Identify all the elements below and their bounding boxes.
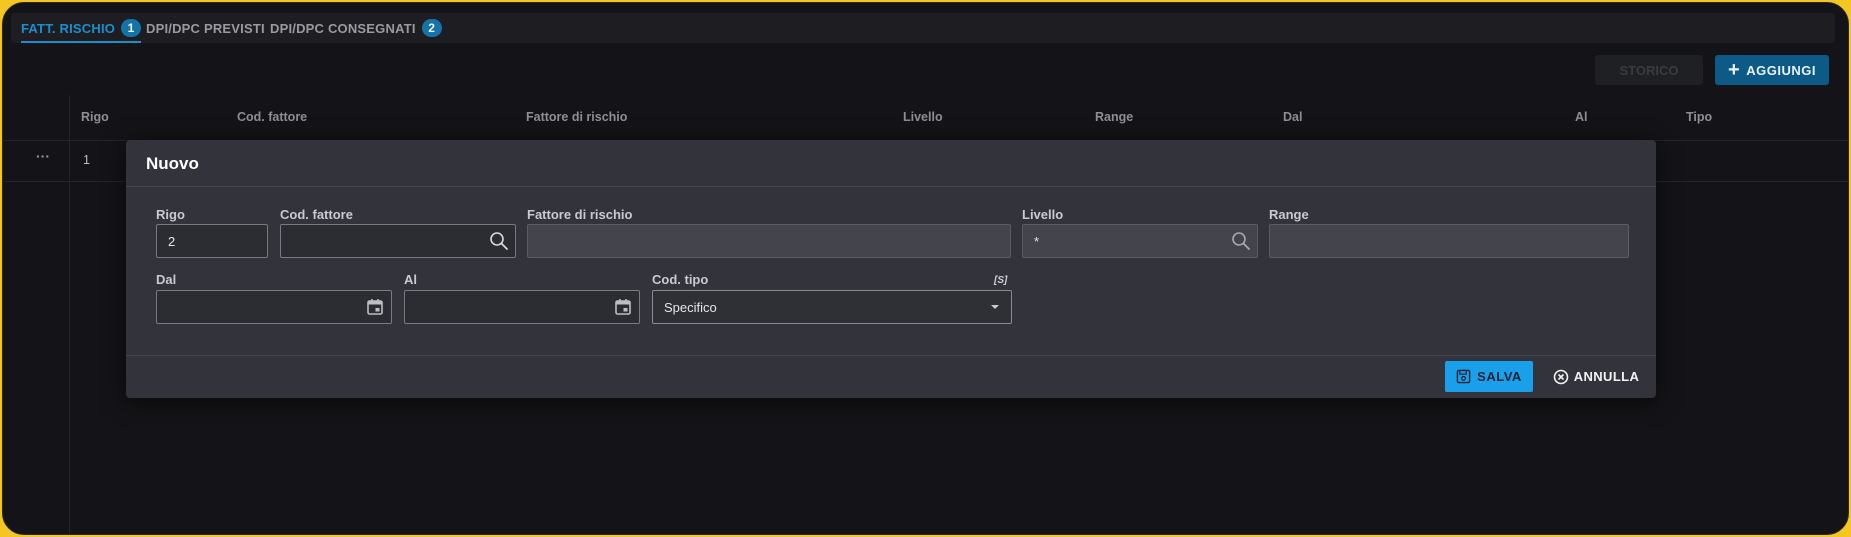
app-frame: FATT. RISCHIO 1 DPI/DPC PREVISTI DPI/DPC… [2,2,1849,535]
tab-dpi-consegnati[interactable]: DPI/DPC CONSEGNATI 2 [270,13,442,43]
search-icon[interactable] [489,231,509,251]
fattore-rischio-field [527,224,1011,258]
livello-value: * [1034,234,1040,249]
livello-label: Livello [1022,207,1064,222]
storico-button: STORICO [1595,55,1703,85]
tab-badge: 1 [121,19,142,37]
al-label: Al [404,272,417,287]
save-icon [1456,369,1471,384]
range-field [1269,224,1629,258]
save-button-label: SALVA [1477,369,1522,384]
al-date-input[interactable] [404,290,640,324]
caret-down-icon[interactable] [985,297,1005,317]
tab-badge: 2 [421,19,442,37]
dal-date-input[interactable] [156,290,392,324]
column-header-rigo[interactable]: Rigo [81,110,109,124]
storico-label: STORICO [1619,62,1679,78]
column-header-livello[interactable]: Livello [903,110,943,124]
fattore-rischio-label: Fattore di rischio [527,207,633,222]
column-header-range[interactable]: Range [1095,110,1133,124]
column-header-dal[interactable]: Dal [1283,110,1302,124]
cancel-circle-icon [1553,369,1568,384]
column-header-fattore-rischio[interactable]: Fattore di rischio [526,110,627,124]
tab-label: DPI/DPC PREVISTI [146,20,265,36]
tab-dpi-previsti[interactable]: DPI/DPC PREVISTI [146,13,265,43]
cod-tipo-select[interactable]: Specifico [652,290,1012,324]
rigo-input[interactable]: 2 [156,224,268,258]
rigo-value: 2 [168,234,176,249]
dialog-title: Nuovo [146,154,199,173]
range-label: Range [1269,207,1309,222]
column-header-tipo[interactable]: Tipo [1686,110,1712,124]
cod-tipo-tag: [S] [994,275,1008,286]
row-rigo-cell: 1 [83,153,90,167]
add-button-label: AGGIUNGI [1746,62,1816,78]
rigo-label: Rigo [156,207,185,222]
cod-tipo-label: Cod. tipo [652,272,709,287]
calendar-icon[interactable] [365,297,385,317]
add-button[interactable]: + AGGIUNGI [1715,55,1829,85]
dialog-footer: SALVA ANNULLA [126,355,1656,399]
cod-fattore-input[interactable] [280,224,516,258]
tab-label: FATT. RISCHIO [21,20,116,36]
tab-label: DPI/DPC CONSEGNATI [270,20,416,36]
cod-fattore-label: Cod. fattore [280,207,353,222]
column-header-al[interactable]: Al [1575,110,1588,124]
cancel-button-label: ANNULLA [1573,369,1640,384]
new-record-dialog: Nuovo Rigo 2 Cod. fattore Fattore di ris… [126,140,1656,398]
plus-icon: + [1728,59,1741,81]
column-header-cod-fattore[interactable]: Cod. fattore [237,110,307,124]
tab-bar: FATT. RISCHIO 1 DPI/DPC PREVISTI DPI/DPC… [11,13,1835,43]
dialog-header: Nuovo [126,140,1656,187]
grid-header: Rigo Cod. fattore Fattore di rischio Liv… [3,95,1848,141]
cancel-button[interactable]: ANNULLA [1548,361,1644,392]
livello-input[interactable]: * [1022,224,1258,258]
tab-fatt-rischio[interactable]: FATT. RISCHIO 1 [21,13,142,43]
search-icon[interactable] [1231,231,1251,251]
cod-tipo-value: Specifico [664,300,717,315]
dal-label: Dal [156,272,177,287]
save-button[interactable]: SALVA [1445,361,1533,392]
row-actions-icon[interactable]: ··· [36,148,50,164]
calendar-icon[interactable] [613,297,633,317]
